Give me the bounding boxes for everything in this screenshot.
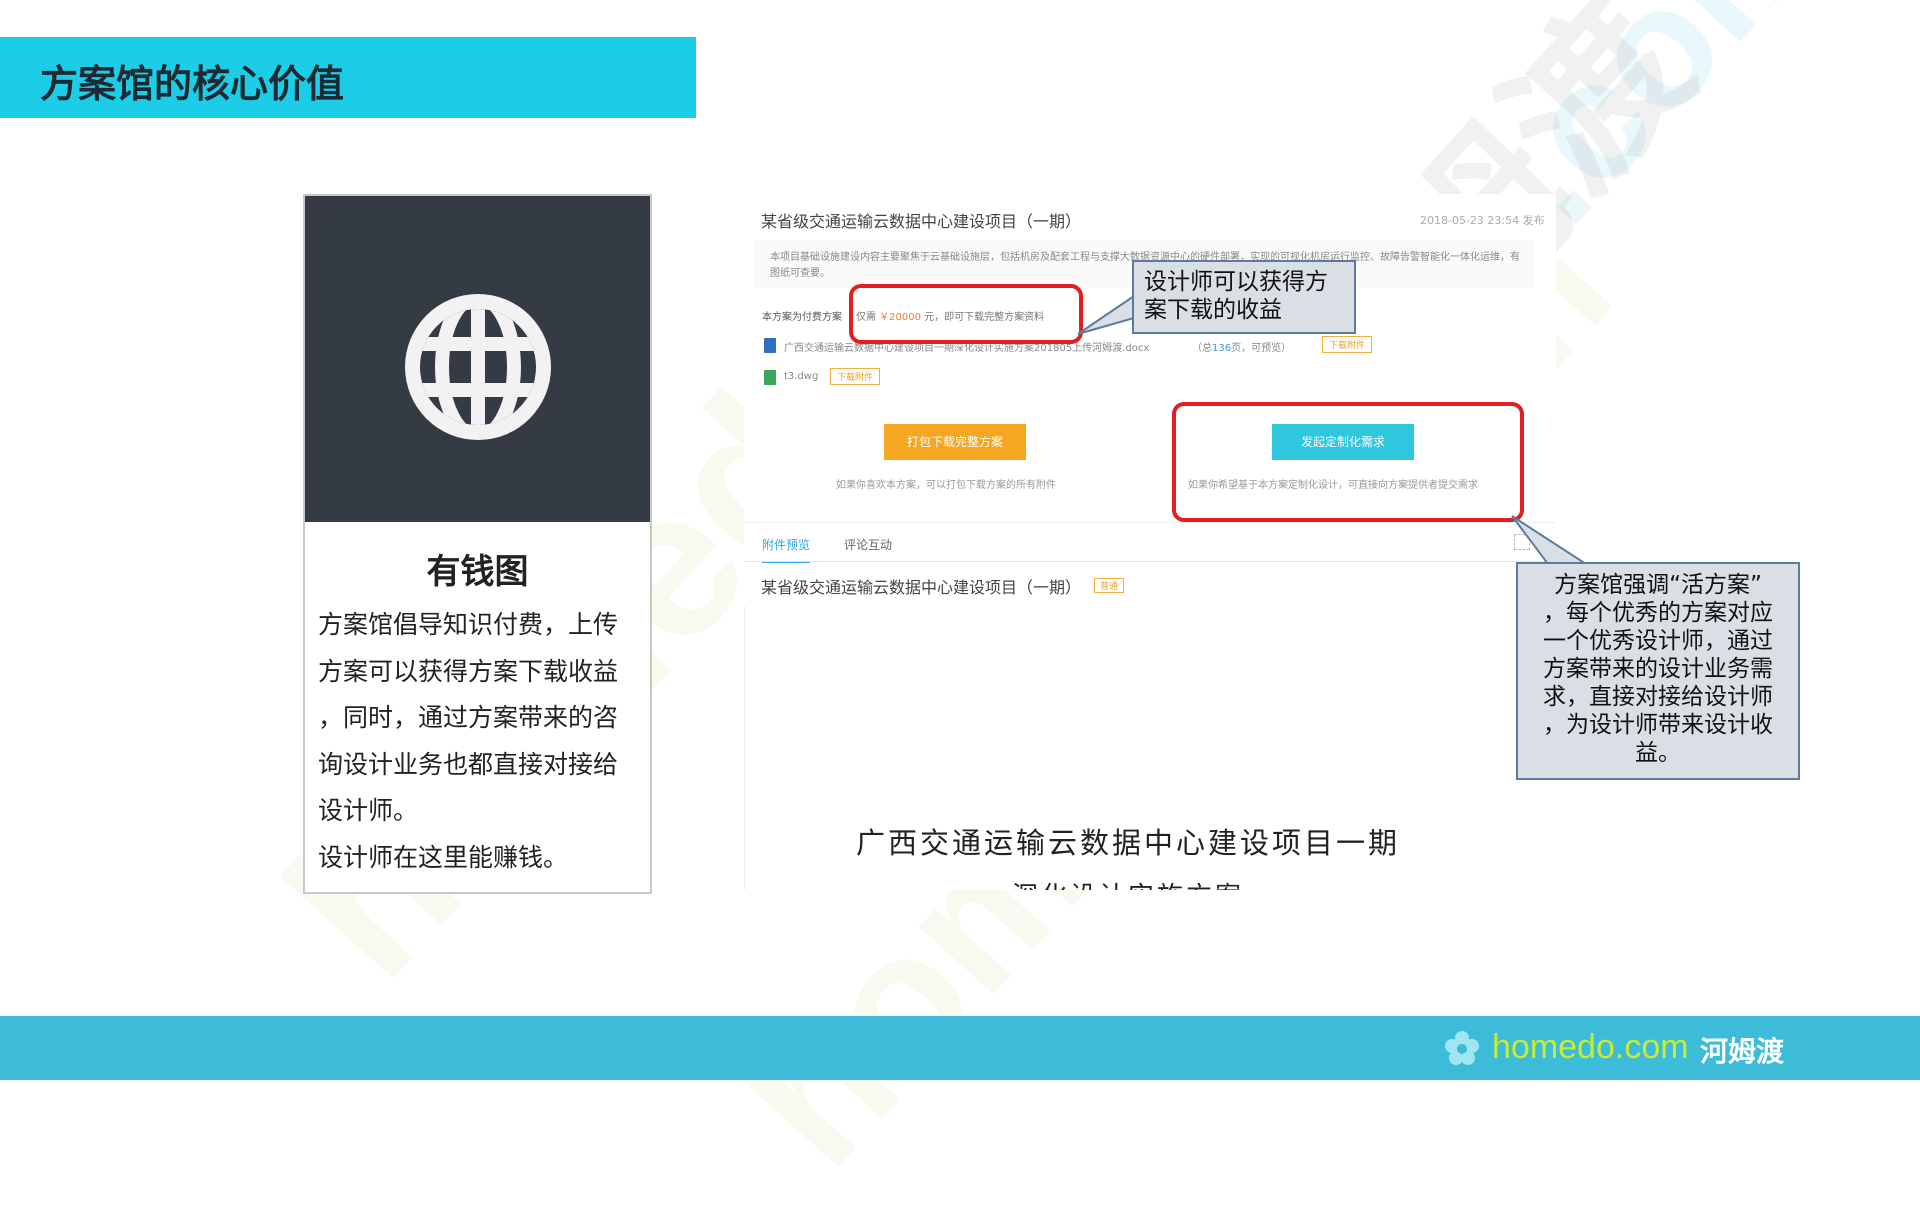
card-heading: 有钱图 bbox=[426, 552, 529, 592]
expand-icon[interactable] bbox=[1514, 534, 1530, 550]
card-body: 方案馆倡导知识付费，上传 方案可以获得方案下载收益 ，同时，通过方案带来的咨 询… bbox=[318, 602, 640, 881]
download-attachment-button[interactable]: 下载附件 bbox=[1322, 336, 1373, 353]
callout-line: 益。 bbox=[1635, 740, 1681, 766]
preview-tag: 普通 bbox=[1094, 578, 1125, 593]
card-line: 设计师在这里能赚钱。 bbox=[318, 842, 569, 872]
preview-title: 某省级交通运输云数据中心建设项目（一期） bbox=[761, 578, 1082, 597]
callout-line: ，为设计师带来设计收 bbox=[1543, 712, 1773, 738]
custom-request-highlight-frame bbox=[1172, 402, 1524, 522]
price-highlight-frame bbox=[849, 284, 1083, 344]
brand-logo-text: homedo.com bbox=[1492, 1028, 1689, 1066]
download-attachment-button[interactable]: 下载附件 bbox=[830, 368, 881, 385]
callout-line: 一个优秀设计师，通过 bbox=[1543, 628, 1773, 654]
brand-name: 河姆渡 bbox=[1700, 1035, 1785, 1068]
download-income-callout: 设计师可以获得方 案下载的收益 bbox=[1132, 260, 1356, 334]
slide-title: 方案馆的核心价值 bbox=[40, 62, 345, 106]
callout-line: 求，直接对接给设计师 bbox=[1543, 684, 1773, 710]
project-title: 某省级交通运输云数据中心建设项目（一期） bbox=[761, 212, 1082, 231]
document-subtitle: 深化设计实施方案 bbox=[1012, 876, 1244, 890]
tab-divider bbox=[744, 561, 1556, 562]
word-file-icon bbox=[764, 338, 776, 353]
card-line: 询设计业务也都直接对接给 bbox=[318, 749, 619, 779]
card-header bbox=[305, 196, 650, 522]
card-line: 方案可以获得方案下载收益 bbox=[318, 656, 619, 686]
homedo-flower-icon bbox=[1445, 1031, 1479, 1065]
globe-icon bbox=[405, 294, 551, 440]
pages-suffix: 页，可预览） bbox=[1231, 343, 1292, 354]
publish-date: 2018-05-23 23:54 发布 bbox=[1420, 214, 1545, 227]
callout-line: ，每个优秀的方案对应 bbox=[1543, 600, 1773, 626]
attachment-pages: （总136页，可预览） bbox=[1192, 339, 1291, 354]
card-line: ，同时，通过方案带来的咨 bbox=[318, 703, 619, 732]
footer-bar: homedo.com 河姆渡 bbox=[0, 1016, 1920, 1080]
attachment-name[interactable]: t3.dwg bbox=[784, 371, 818, 382]
feature-card: 有钱图 方案馆倡导知识付费，上传 方案可以获得方案下载收益 ，同时，通过方案带来… bbox=[303, 194, 652, 894]
tab-comments[interactable]: 评论互动 bbox=[844, 536, 892, 553]
card-line: 设计师。 bbox=[318, 796, 419, 825]
paid-plan-label: 本方案为付费方案 bbox=[762, 312, 842, 323]
dwg-file-icon bbox=[764, 370, 776, 385]
tab-attachment-preview[interactable]: 附件预览 bbox=[762, 536, 811, 563]
slide-title-bar: 方案馆的核心价值 bbox=[0, 37, 696, 118]
callout-line: 案下载的收益 bbox=[1144, 297, 1282, 323]
pages-count: 136 bbox=[1212, 343, 1232, 354]
divider bbox=[744, 522, 1556, 523]
pages-prefix: （总 bbox=[1192, 343, 1212, 354]
document-title: 广西交通运输云数据中心建设项目一期 bbox=[856, 826, 1401, 860]
card-line: 方案馆倡导知识付费，上传 bbox=[318, 610, 619, 639]
callout-line: 方案馆强调“活方案” bbox=[1554, 572, 1762, 598]
callout-line: 方案带来的设计业务需 bbox=[1543, 656, 1773, 682]
living-plan-callout: 方案馆强调“活方案” ，每个优秀的方案对应 一个优秀设计师，通过 方案带来的设计… bbox=[1516, 562, 1800, 780]
callout-line: 设计师可以获得方 bbox=[1144, 269, 1328, 295]
download-full-plan-button[interactable]: 打包下载完整方案 bbox=[884, 424, 1026, 460]
download-note: 如果你喜欢本方案，可以打包下载方案的所有附件 bbox=[836, 480, 1056, 491]
